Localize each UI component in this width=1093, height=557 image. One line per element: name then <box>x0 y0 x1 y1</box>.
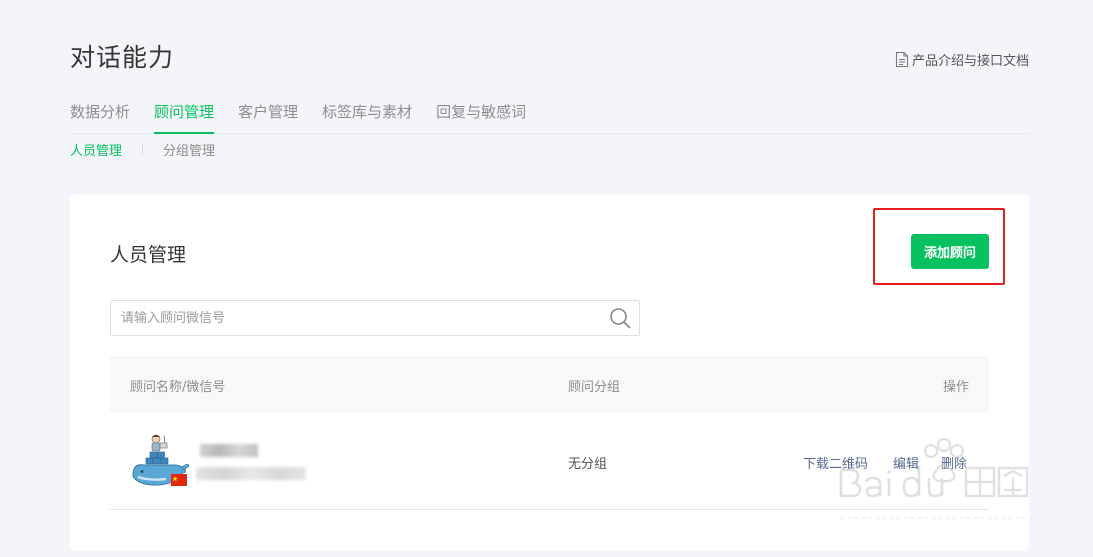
page: 对话能力 产品介绍与接口文档 数据分析 顾问管理 客户管理 标签库与素材 回复与… <box>0 0 1093 557</box>
advisor-group: 无分组 <box>568 457 608 472</box>
search-box <box>110 300 640 336</box>
search-icon[interactable] <box>609 307 631 333</box>
edit-link[interactable]: 编辑 <box>893 453 919 472</box>
download-qrcode-link[interactable]: 下载二维码 <box>803 453 868 472</box>
delete-link[interactable]: 删除 <box>941 453 967 472</box>
tab-advisor-management[interactable]: 顾问管理 <box>154 92 215 134</box>
card-title: 人员管理 <box>110 244 187 266</box>
search-input[interactable] <box>111 301 601 335</box>
add-advisor-button[interactable]: 添加顾问 <box>911 234 989 269</box>
doc-link[interactable]: 产品介绍与接口文档 <box>895 50 1029 69</box>
tab-customer-management[interactable]: 客户管理 <box>238 92 298 134</box>
tab-replies-and-sensitive-words[interactable]: 回复与敏感词 <box>436 92 526 134</box>
staff-card: 人员管理 添加顾问 顾问名称/微信号 顾问分组 操作 <box>70 195 1029 551</box>
subtab-staff-management[interactable]: 人员管理 <box>70 140 122 159</box>
sub-tab-divider <box>142 143 144 155</box>
advisor-wechat-id-redacted <box>196 467 306 480</box>
sub-tabs: 人员管理 分组管理 <box>70 140 215 159</box>
table-row: 无分组 下载二维码 编辑 删除 <box>110 413 989 510</box>
column-header-name: 顾问名称/微信号 <box>130 380 226 395</box>
advisor-table: 顾问名称/微信号 顾问分组 操作 无分组 下载二维码 编辑 删除 <box>110 356 989 510</box>
document-icon <box>895 51 909 68</box>
tab-data-analysis[interactable]: 数据分析 <box>70 92 130 134</box>
table-header: 顾问名称/微信号 顾问分组 操作 <box>110 356 989 413</box>
doc-link-label: 产品介绍与接口文档 <box>911 54 1029 69</box>
avatar <box>130 433 190 491</box>
column-header-group: 顾问分组 <box>568 380 621 395</box>
page-title: 对话能力 <box>70 43 175 72</box>
main-tabs: 数据分析 顾问管理 客户管理 标签库与素材 回复与敏感词 <box>70 92 1029 134</box>
subtab-group-management[interactable]: 分组管理 <box>163 140 215 159</box>
column-header-actions: 操作 <box>942 380 969 395</box>
tab-tags-and-materials[interactable]: 标签库与素材 <box>322 92 412 134</box>
advisor-name-redacted <box>200 444 258 457</box>
